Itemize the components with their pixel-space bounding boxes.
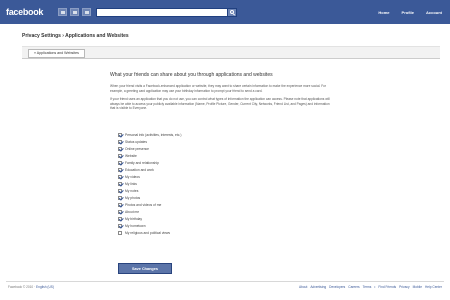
option-checkbox[interactable] [118,230,122,235]
nav-home[interactable]: Home [378,10,389,15]
privacy-option[interactable]: Status updates [118,138,278,145]
option-checkbox[interactable] [118,167,122,172]
jewels [58,8,91,16]
option-label: Family and relationship [125,160,159,165]
privacy-option[interactable]: My notes [118,187,278,194]
friend-requests-icon[interactable] [58,8,67,16]
option-label: My birthday [125,216,143,221]
option-checkbox[interactable] [118,188,122,193]
facebook-logo[interactable]: facebook [6,7,43,17]
option-label: Photos and videos of me [125,202,162,207]
option-label: Website [125,153,137,158]
privacy-option[interactable]: My videos [118,173,278,180]
main-content: What your friends can share about you th… [110,72,330,115]
search-button[interactable] [227,8,237,17]
option-checkbox[interactable] [118,202,122,207]
option-label: My videos [125,174,140,179]
details-paragraph: If your friend uses an application that … [110,97,330,110]
option-label: My photos [125,195,141,200]
nav-profile[interactable]: Profile [402,10,414,15]
privacy-option[interactable]: Family and relationship [118,159,278,166]
privacy-option[interactable]: Website [118,152,278,159]
footer-link[interactable]: About [299,285,307,289]
tab-band: « Applications and Websites [22,46,440,59]
nav-account[interactable]: Account [426,10,442,15]
privacy-option[interactable]: Personal info (activities, interests, et… [118,131,278,138]
option-checkbox[interactable] [118,174,122,179]
option-label: My notes [125,188,139,193]
option-checkbox[interactable] [118,209,122,214]
footer-nav: About Advertising Developers Careers Terms • F… [299,285,442,289]
option-label: My hometown [125,223,146,228]
option-label: About me [125,209,140,214]
save-changes-button[interactable]: Save Changes [118,263,172,274]
footer-link: • [374,285,376,289]
option-checkbox[interactable] [118,216,122,221]
footer-link[interactable]: Terms [363,285,372,289]
back-to-applications-tab[interactable]: « Applications and Websites [28,49,85,58]
notifications-icon[interactable] [82,8,91,16]
privacy-option[interactable]: My birthday [118,215,278,222]
option-checkbox[interactable] [118,160,122,165]
privacy-option[interactable]: My hometown [118,222,278,229]
option-label: Personal info (activities, interests, et… [125,132,182,137]
option-checkbox[interactable] [118,139,122,144]
option-label: Education and work [125,167,154,172]
intro-paragraph: When your friend visits a Facebook-enhan… [110,84,326,93]
options-list: Personal info (activities, interests, et… [118,131,278,236]
option-checkbox[interactable] [118,153,122,158]
page-title: Privacy Settings › Applications and Webs… [22,33,129,39]
option-checkbox[interactable] [118,181,122,186]
option-label: Online presence [125,146,150,151]
option-checkbox[interactable] [118,132,122,137]
privacy-option[interactable]: Online presence [118,145,278,152]
option-label: My religious and political views [125,230,171,235]
option-checkbox[interactable] [118,223,122,228]
footer: Facebook © 2010 · English (US) About Adve… [6,281,444,291]
footer-link[interactable]: Mobile [413,285,422,289]
privacy-option[interactable]: Education and work [118,166,278,173]
messages-icon[interactable] [70,8,79,16]
privacy-option[interactable]: My links [118,180,278,187]
privacy-option[interactable]: My religious and political views [118,229,278,236]
footer-link[interactable]: Help Center [425,285,442,289]
language-link[interactable]: English (US) [36,285,54,289]
top-bar: facebook Home Profile Account [0,0,450,24]
copyright-text: Facebook © 2010 · [8,285,36,289]
privacy-option[interactable]: Photos and videos of me [118,201,278,208]
option-label: Status updates [125,139,147,144]
option-checkbox[interactable] [118,146,122,151]
privacy-option[interactable]: My photos [118,194,278,201]
footer-copyright: Facebook © 2010 · English (US) [8,285,54,289]
option-label: My links [125,181,137,186]
option-checkbox[interactable] [118,195,122,200]
footer-link[interactable]: Careers [348,285,359,289]
search-input[interactable] [96,8,237,17]
footer-link[interactable]: Advertising [310,285,326,289]
privacy-option[interactable]: About me [118,208,278,215]
section-heading: What your friends can share about you th… [110,72,273,78]
footer-link[interactable]: Find Friends [378,285,396,289]
footer-link[interactable]: Developers [329,285,345,289]
top-nav: Home Profile Account [378,10,442,15]
footer-link[interactable]: Privacy [399,285,409,289]
